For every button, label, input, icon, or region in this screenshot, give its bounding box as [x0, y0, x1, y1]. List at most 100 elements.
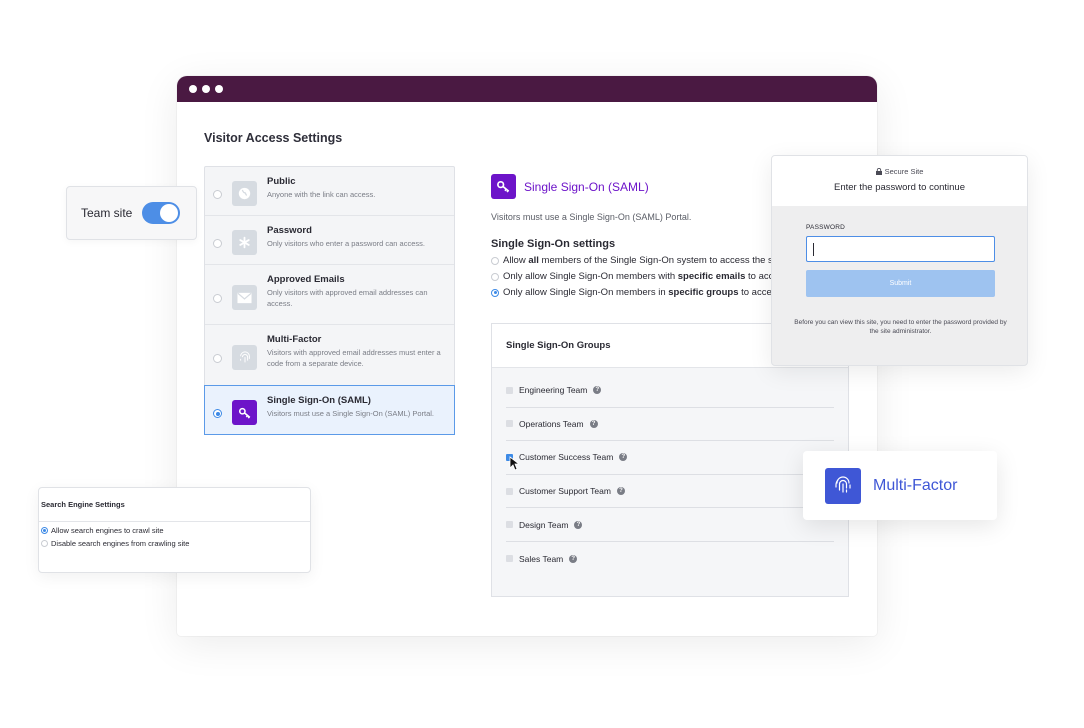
option-description: Anyone with the link can access.: [267, 190, 376, 199]
fingerprint-icon: [825, 467, 861, 504]
stage: Visitor Access Settings Public Anyone wi…: [0, 0, 1084, 728]
access-option-approved-emails[interactable]: Approved Emails Only visitors with appro…: [205, 265, 454, 325]
option-title: Password: [267, 225, 312, 236]
team-site-toggle[interactable]: [142, 202, 181, 224]
group-row-customer-support[interactable]: Customer Support Team ?: [506, 475, 834, 509]
option-text: Multi-Factor Visitors with approved emai…: [267, 334, 446, 369]
key-icon: [491, 174, 516, 199]
globe-icon: [232, 181, 257, 206]
option-title: Public: [267, 176, 296, 187]
group-label: Customer Support Team: [519, 486, 611, 497]
sso-option-label: Only allow Single Sign-On members with s…: [503, 271, 773, 282]
secure-site-tag-text: Secure Site: [884, 167, 924, 176]
help-icon[interactable]: ?: [569, 554, 578, 563]
secure-site-tag: Secure Site: [772, 167, 1027, 176]
secure-site-title: Enter the password to continue: [834, 182, 965, 193]
option-description: Only visitors with approved email addres…: [267, 288, 428, 308]
key-icon: [232, 400, 257, 425]
access-options-list: Public Anyone with the link can access. …: [204, 166, 455, 435]
radio-button[interactable]: [491, 256, 499, 265]
group-label: Operations Team: [519, 418, 584, 429]
option-description: Visitors with approved email addresses m…: [267, 348, 441, 368]
group-row-sales[interactable]: Sales Team ?: [506, 542, 834, 576]
checkbox[interactable]: [506, 420, 513, 428]
help-icon[interactable]: ?: [589, 419, 598, 428]
lock-icon: [875, 168, 882, 175]
radio-button[interactable]: [41, 540, 48, 547]
checkbox[interactable]: [506, 386, 513, 394]
text-pre: Only allow Single Sign-On members in: [503, 287, 669, 298]
multi-factor-card: Multi-Factor: [803, 451, 997, 520]
option-text: Public Anyone with the link can access.: [267, 176, 446, 201]
submit-button[interactable]: Submit: [806, 270, 995, 297]
secure-site-header: Secure Site Enter the password to contin…: [772, 156, 1027, 206]
checkbox[interactable]: [506, 521, 513, 529]
secure-site-note: Before you can view this site, you need …: [794, 319, 1007, 336]
search-engine-option-disable[interactable]: Disable search engines from crawling sit…: [39, 539, 310, 548]
radio-button[interactable]: [213, 294, 222, 303]
radio-button-selected[interactable]: [213, 409, 222, 418]
window-dot-icon[interactable]: [189, 85, 197, 93]
team-site-label: Team site: [81, 206, 133, 220]
radio-button[interactable]: [491, 272, 499, 281]
team-site-card: Team site: [66, 186, 197, 240]
group-label: Sales Team: [519, 553, 564, 564]
radio-button[interactable]: [213, 354, 222, 363]
asterisk-icon: [232, 230, 257, 255]
search-engine-option-label: Allow search engines to crawl site: [51, 526, 164, 535]
checkbox[interactable]: [506, 555, 513, 563]
group-list: Engineering Team ? Operations Team ? Cus…: [492, 368, 848, 576]
mouse-cursor-icon: [509, 456, 519, 471]
search-engine-heading: Search Engine Settings: [39, 488, 310, 522]
option-text: Single Sign-On (SAML) Visitors must use …: [267, 395, 446, 420]
text-post: members of the Single Sign-On system to …: [538, 255, 773, 266]
help-icon[interactable]: ?: [593, 386, 602, 395]
window-dot-icon[interactable]: [202, 85, 210, 93]
saml-title: Single Sign-On (SAML): [524, 179, 649, 194]
checkbox[interactable]: [506, 487, 513, 495]
group-row-customer-success[interactable]: Customer Success Team ?: [506, 441, 834, 475]
group-row-operations[interactable]: Operations Team ?: [506, 408, 834, 442]
sso-option-label: Allow all members of the Single Sign-On …: [503, 255, 773, 266]
group-label: Design Team: [519, 519, 569, 530]
help-icon[interactable]: ?: [574, 520, 583, 529]
password-input[interactable]: [806, 236, 995, 262]
option-description: Visitors must use a Single Sign-On (SAML…: [267, 409, 435, 418]
group-label: Engineering Team: [519, 385, 588, 396]
fingerprint-icon: [232, 345, 257, 370]
access-option-public[interactable]: Public Anyone with the link can access.: [205, 167, 454, 216]
text-pre: Only allow Single Sign-On members with: [503, 271, 678, 282]
sso-option-label: Only allow Single Sign-On members in spe…: [503, 287, 777, 298]
page-title: Visitor Access Settings: [204, 131, 343, 145]
radio-button[interactable]: [213, 190, 222, 199]
access-option-saml[interactable]: Single Sign-On (SAML) Visitors must use …: [204, 385, 455, 435]
help-icon[interactable]: ?: [619, 453, 628, 462]
text-pre: Allow: [503, 255, 529, 266]
radio-button-selected[interactable]: [41, 527, 48, 534]
option-title: Multi-Factor: [267, 334, 322, 345]
text-post: to acc: [745, 271, 774, 282]
option-text: Approved Emails Only visitors with appro…: [267, 274, 446, 309]
envelope-icon: [232, 285, 257, 310]
group-row-engineering[interactable]: Engineering Team ?: [506, 374, 834, 408]
window-titlebar: [177, 76, 877, 102]
option-text: Password Only visitors who enter a passw…: [267, 225, 446, 250]
password-label: PASSWORD: [806, 224, 846, 231]
option-description: Only visitors who enter a password can a…: [267, 239, 425, 248]
search-engine-card: Search Engine Settings Allow search engi…: [38, 487, 311, 573]
text-bold: specific emails: [677, 271, 746, 282]
option-title: Approved Emails: [267, 274, 345, 285]
text-bold: specific groups: [668, 287, 739, 298]
radio-button[interactable]: [213, 239, 222, 248]
group-row-design[interactable]: Design Team ?: [506, 508, 834, 542]
search-engine-option-allow[interactable]: Allow search engines to crawl site: [39, 526, 310, 535]
group-label: Customer Success Team: [519, 452, 614, 463]
window-dot-icon[interactable]: [215, 85, 223, 93]
help-icon[interactable]: ?: [616, 487, 625, 496]
search-engine-option-label: Disable search engines from crawling sit…: [51, 539, 190, 548]
multi-factor-label: Multi-Factor: [873, 476, 958, 494]
radio-button-selected[interactable]: [491, 288, 499, 297]
text-bold: all: [528, 255, 539, 266]
access-option-password[interactable]: Password Only visitors who enter a passw…: [205, 216, 454, 265]
access-option-multi-factor[interactable]: Multi-Factor Visitors with approved emai…: [205, 325, 454, 386]
